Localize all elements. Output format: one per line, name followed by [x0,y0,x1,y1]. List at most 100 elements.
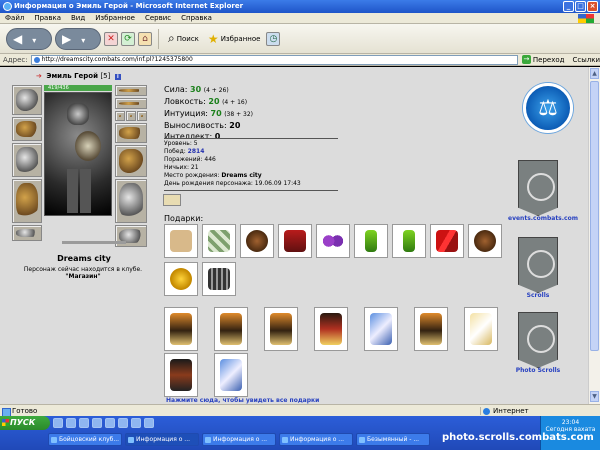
scrolls-banner-icon[interactable] [518,237,558,293]
quick-launch-icon[interactable] [105,418,115,428]
gift-item[interactable] [468,224,502,258]
address-input[interactable]: http://dreamscity.combats.com/inf.pl?124… [30,54,518,65]
vertical-scrollbar[interactable]: ▲ ▼ [588,67,600,404]
private-message-arrow-icon[interactable]: ➔ [36,72,42,80]
address-label: Адрес: [3,55,28,64]
shield-slot[interactable] [115,145,147,177]
quick-launch-icon[interactable] [66,418,76,428]
photo-scrolls-banner-icon[interactable] [518,312,558,368]
club-location: "Магазин" [65,273,101,280]
quick-launch-icon[interactable] [118,418,128,428]
forward-button[interactable]: ▶ [55,27,101,50]
go-arrow-icon: → [521,55,531,64]
start-button[interactable]: ПУСК [0,416,50,430]
task-button[interactable]: Безымянный - ... [356,433,430,446]
menu-tools[interactable]: Сервис [140,14,176,22]
menu-favorites[interactable]: Избранное [90,14,140,22]
gift-item[interactable] [164,262,198,296]
gift-item[interactable] [392,224,426,258]
gift-item[interactable] [202,224,236,258]
status-bar: Готово Интернет [0,404,600,417]
task-button[interactable]: Информация о ... [279,433,353,446]
stat-strength: Сила: 30 (4 + 26) [164,84,253,96]
stat-label: Сила: [164,85,188,94]
info-icon[interactable]: i [114,74,121,80]
menu-file[interactable]: Файл [0,14,29,22]
gift-item[interactable] [214,353,248,397]
belt-slot[interactable] [12,225,42,241]
task-button[interactable]: Бойцовский клуб... [48,433,122,446]
quick-launch-icon[interactable] [92,418,102,428]
gift-item[interactable] [164,307,198,351]
gift-item[interactable] [354,224,388,258]
quick-launch-icon[interactable] [131,418,141,428]
figure-helmet [67,103,89,125]
watermark: photo.scrolls.combats.com [442,432,594,443]
stat-value: 20 [229,121,241,130]
refresh-icon[interactable]: ⟳ [121,31,135,46]
scroll-icon[interactable] [163,194,181,206]
ie-icon [3,2,12,11]
back-button[interactable]: ◀ [6,27,52,50]
gift-item[interactable] [240,224,274,258]
helmet-slot[interactable] [12,85,42,115]
clock[interactable]: 23:04 [541,419,600,426]
task-button[interactable]: Информация о ... [202,433,276,446]
gift-item[interactable] [414,307,448,351]
go-button[interactable]: → Переход [518,55,569,64]
events-link[interactable]: events.combats.com [508,215,578,222]
gift-item[interactable] [316,224,350,258]
scrolls-link[interactable]: Scrolls [508,292,568,299]
ring-slot-3[interactable] [137,111,147,121]
quick-launch-icon[interactable] [53,418,63,428]
character-name: ➔ Эмиль Герой [5] i [36,72,121,80]
all-gifts-link[interactable]: Нажмите сюда, чтобы увидеть все подарки [166,397,319,404]
gift-item[interactable] [202,262,236,296]
bracers-slot[interactable] [12,117,42,141]
gift-item[interactable] [264,307,298,351]
scroll-down-icon[interactable]: ▼ [590,391,599,402]
search-icon: ⌕ [168,31,175,45]
home-icon[interactable]: ⌂ [138,31,152,46]
favorites-button[interactable]: ★ Избранное [205,32,264,46]
alignment-scales-icon[interactable] [523,83,573,133]
quick-launch-icon[interactable] [144,418,154,428]
menu-view[interactable]: Вид [66,14,90,22]
minimize-button[interactable]: _ [563,1,574,12]
gift-item[interactable] [364,307,398,351]
record-wins: Побед: 2814 [164,148,301,156]
maximize-button[interactable]: □ [575,1,586,12]
search-button[interactable]: ⌕ Поиск [165,31,202,46]
stop-icon[interactable]: ✕ [104,31,118,46]
leggings-slot[interactable] [115,179,147,223]
task-button[interactable]: Информация о ... [125,433,199,446]
gift-item[interactable] [214,307,248,351]
gift-item[interactable] [164,224,198,258]
events-banner-icon[interactable] [518,160,558,216]
gift-item[interactable] [430,224,464,258]
scroll-up-icon[interactable]: ▲ [590,68,599,79]
scrollbar-thumb[interactable] [590,81,599,351]
history-icon[interactable]: ◷ [266,31,281,46]
birthplace-value: Dreams city [221,172,262,179]
menu-edit[interactable]: Правка [29,14,66,22]
ring-slot-2[interactable] [126,111,136,121]
links-button[interactable]: Ссылки [572,56,600,64]
gift-item[interactable] [314,307,348,351]
stat-bonus: (4 + 16) [222,99,248,106]
gift-item[interactable] [464,307,498,351]
gift-item[interactable] [164,353,198,397]
photo-scrolls-link[interactable]: Photo Scrolls [508,367,568,374]
gift-item[interactable] [278,224,312,258]
gloves-slot[interactable] [115,123,147,143]
weapon-slot[interactable] [12,143,42,177]
window-title: Информация о Эмиль Герой - Microsoft Int… [14,2,244,10]
ring-slot-1[interactable] [115,111,125,121]
amulet-slot[interactable] [115,98,147,109]
task-list: Бойцовский клуб... Информация о ... Инфо… [48,433,430,446]
close-button[interactable]: × [587,1,598,12]
armor-slot[interactable] [12,179,42,223]
menu-help[interactable]: Справка [176,14,217,22]
earring-slot[interactable] [115,85,147,96]
quick-launch-icon[interactable] [79,418,89,428]
